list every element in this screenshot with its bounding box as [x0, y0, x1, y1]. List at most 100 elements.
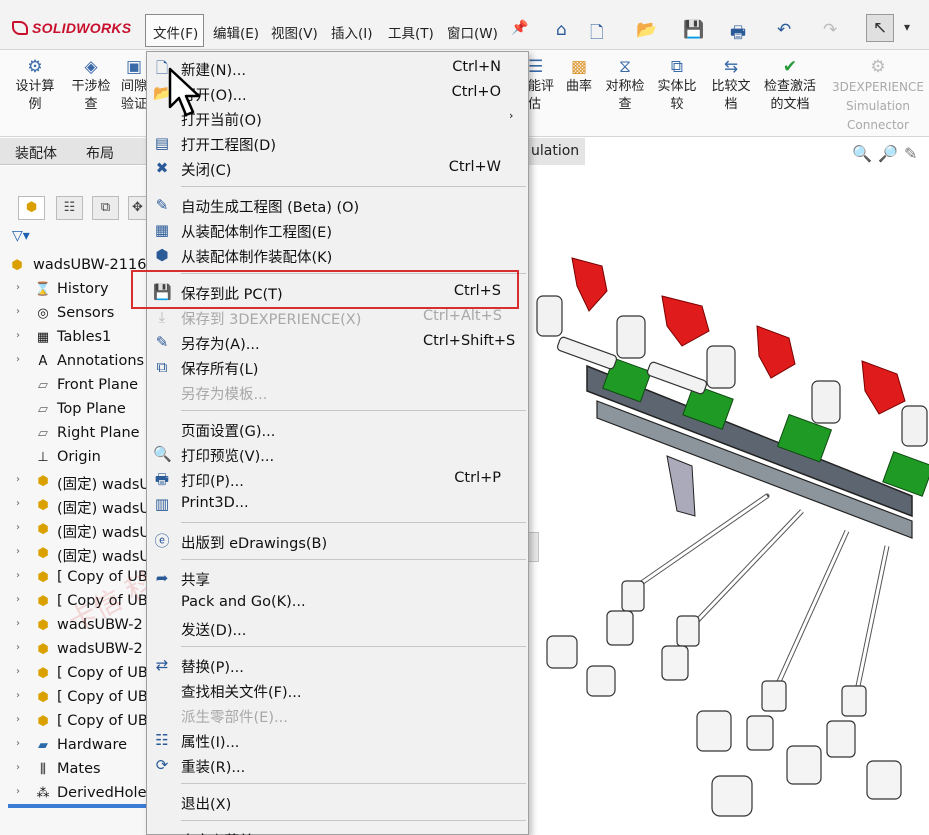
tree-item[interactable]: ▱ Right Plane — [0, 423, 147, 447]
feature-tree-tab[interactable]: ⬢ — [18, 196, 45, 220]
tree-item[interactable]: ▱ Front Plane — [0, 375, 147, 399]
tree-item[interactable]: › A Annotations — [0, 351, 147, 375]
3dx-connector-button[interactable]: ⚙ 3DEXPERIENCE Simulation Connector — [828, 56, 928, 135]
expand-arrow-icon[interactable]: › — [16, 666, 20, 677]
dim-tab[interactable]: ✥ — [128, 196, 147, 220]
tree-item[interactable]: › ◎ Sensors — [0, 303, 147, 327]
tab-layout[interactable]: 布局 — [86, 143, 114, 163]
graphics-viewport[interactable] — [527, 166, 929, 835]
menu-item[interactable]: 自定义菜单(M) — [147, 827, 528, 835]
tree-item[interactable]: › ⬢ [ Copy of UB — [0, 687, 147, 711]
menu-view[interactable]: 视图(V) — [271, 22, 318, 42]
clearance-button[interactable]: ▣ 间隙验证 — [120, 56, 148, 114]
expand-arrow-icon[interactable]: › — [16, 690, 20, 701]
menu-tools[interactable]: 工具(T) — [388, 22, 434, 42]
menu-item[interactable]: ▥ Print3D... — [147, 492, 528, 516]
expand-arrow-icon[interactable]: › — [16, 498, 20, 509]
tree-item[interactable]: ▱ Top Plane — [0, 399, 147, 423]
interference-check-button[interactable]: ◈ 干涉检查 — [68, 56, 114, 114]
design-study-button[interactable]: ⚙ 设计算例 — [12, 56, 58, 114]
tab-assembly[interactable]: 装配体 — [15, 143, 57, 163]
expand-arrow-icon[interactable]: › — [16, 306, 20, 317]
expand-arrow-icon[interactable]: › — [16, 354, 20, 365]
menu-item[interactable]: ▤ 打开工程图(D) — [147, 131, 528, 155]
menu-item[interactable]: 🔍 打印预览(V)... — [147, 442, 528, 466]
tree-item[interactable]: › ▦ Tables1 — [0, 327, 147, 351]
menu-item[interactable]: ✎ 自动生成工程图 (Beta) (O) — [147, 193, 528, 217]
tree-item[interactable]: › ⬢ [ Copy of UB — [0, 663, 147, 687]
menu-item[interactable]: ✖ 关闭(C) Ctrl+W — [147, 156, 528, 180]
tree-item[interactable]: › ⬢ [ Copy of UB — [0, 711, 147, 735]
expand-arrow-icon[interactable]: › — [16, 570, 20, 581]
select-icon[interactable]: ↖ — [866, 14, 894, 42]
menu-item[interactable]: ⇄ 替换(P)... — [147, 653, 528, 677]
tree-item[interactable]: ⊥ Origin — [0, 447, 147, 471]
menu-item[interactable]: Pack and Go(K)... — [147, 591, 528, 615]
tree-item[interactable]: › ⫼ Mates — [0, 759, 147, 783]
expand-arrow-icon[interactable]: › — [16, 738, 20, 749]
tree-item[interactable]: › ⬢ (固定) wadsU — [0, 543, 147, 567]
expand-arrow-icon[interactable]: › — [16, 642, 20, 653]
undo-icon[interactable]: ↶ — [777, 20, 791, 40]
menu-edit[interactable]: 编辑(E) — [213, 22, 259, 42]
menu-item[interactable]: ⧉ 保存所有(L) — [147, 355, 528, 379]
previous-view-icon[interactable]: ✎ — [904, 144, 917, 163]
menu-item[interactable]: 📂 打开(O)... Ctrl+O — [147, 81, 528, 105]
filter-icon[interactable]: ▽▾ — [12, 228, 30, 244]
curvature-button[interactable]: ▩ 曲率 — [562, 56, 596, 96]
menu-item[interactable]: ⓔ 出版到 eDrawings(B) — [147, 529, 528, 553]
menu-item[interactable]: 🖶 打印(P)... Ctrl+P — [147, 467, 528, 491]
tree-item[interactable]: › ⬢ wadsUBW-2 — [0, 639, 147, 663]
expand-arrow-icon[interactable]: › — [16, 474, 20, 485]
menu-item[interactable]: 页面设置(G)... — [147, 417, 528, 441]
expand-arrow-icon[interactable]: › — [16, 522, 20, 533]
tab-simulation[interactable]: ulation — [525, 138, 585, 165]
menu-item[interactable]: ⬢ 从装配体制作装配体(K) — [147, 243, 528, 267]
tree-item[interactable]: › ⬢ (固定) wadsU — [0, 519, 147, 543]
property-tab[interactable]: ☷ — [56, 196, 83, 220]
menu-item[interactable]: 退出(X) — [147, 790, 528, 814]
menu-item[interactable]: ➦ 共享 — [147, 566, 528, 590]
menu-item[interactable]: ☷ 属性(I)... — [147, 728, 528, 752]
redo-icon[interactable]: ↷ — [823, 20, 837, 40]
menu-window[interactable]: 窗口(W) — [447, 22, 498, 42]
expand-arrow-icon[interactable]: › — [16, 282, 20, 293]
horizontal-scrollbar[interactable] — [8, 804, 147, 808]
menu-item[interactable]: ⟳ 重装(R)... — [147, 753, 528, 777]
tree-item[interactable]: › ⬢ (固定) wadsU — [0, 471, 147, 495]
select-dropdown-icon[interactable]: ▾ — [904, 20, 910, 34]
expand-arrow-icon[interactable]: › — [16, 762, 20, 773]
tree-item[interactable]: › ⌛ History — [0, 279, 147, 303]
menu-item[interactable]: ✎ 另存为(A)... Ctrl+Shift+S — [147, 330, 528, 354]
check-active-doc-button[interactable]: ✔ 检查激活的文档 — [759, 56, 821, 114]
menu-item[interactable]: ▦ 从装配体制作工程图(E) — [147, 218, 528, 242]
expand-arrow-icon[interactable]: › — [16, 786, 20, 797]
zoom-fit-icon[interactable]: 🔍 — [852, 144, 872, 163]
config-tab[interactable]: ⧉ — [92, 196, 119, 220]
print-toolbar-icon[interactable]: 🖶 — [730, 20, 746, 49]
expand-arrow-icon[interactable]: › — [16, 714, 20, 725]
zoom-area-icon[interactable]: 🔎 — [878, 144, 898, 163]
tree-item[interactable]: › ⬢ (固定) wadsU — [0, 495, 147, 519]
menu-item[interactable]: 查找相关文件(F)... — [147, 678, 528, 702]
open-folder-icon[interactable]: 📂 — [636, 20, 657, 40]
home-icon[interactable]: ⌂ — [556, 20, 567, 40]
expand-arrow-icon[interactable]: › — [16, 546, 20, 557]
compare-docs-button[interactable]: ⇆ 比较文档 — [708, 56, 754, 114]
menu-item[interactable]: 打开当前(O) › — [147, 106, 528, 130]
menu-item[interactable]: 发送(D)... — [147, 616, 528, 640]
expand-arrow-icon[interactable]: › — [16, 330, 20, 341]
menu-insert[interactable]: 插入(I) — [331, 22, 373, 42]
menu-item[interactable]: 🗋 新建(N)... Ctrl+N — [147, 56, 528, 80]
pin-icon[interactable]: 📌 — [511, 20, 528, 36]
new-doc-icon[interactable]: 🗋 — [590, 20, 604, 49]
expand-arrow-icon[interactable]: › — [16, 594, 20, 605]
tree-root[interactable]: ⬢ wadsUBW-2116 — [0, 255, 147, 279]
menu-file[interactable]: 文件(F) — [145, 14, 204, 47]
save-toolbar-icon[interactable]: 💾 — [683, 20, 704, 40]
tree-item[interactable]: › ▰ Hardware — [0, 735, 147, 759]
expand-arrow-icon[interactable]: › — [16, 618, 20, 629]
symmetry-check-button[interactable]: ⧖ 对称检查 — [602, 56, 648, 114]
body-compare-button[interactable]: ⧉ 实体比较 — [654, 56, 700, 114]
evaluate-button[interactable]: ☰ 能评估 — [528, 56, 556, 114]
